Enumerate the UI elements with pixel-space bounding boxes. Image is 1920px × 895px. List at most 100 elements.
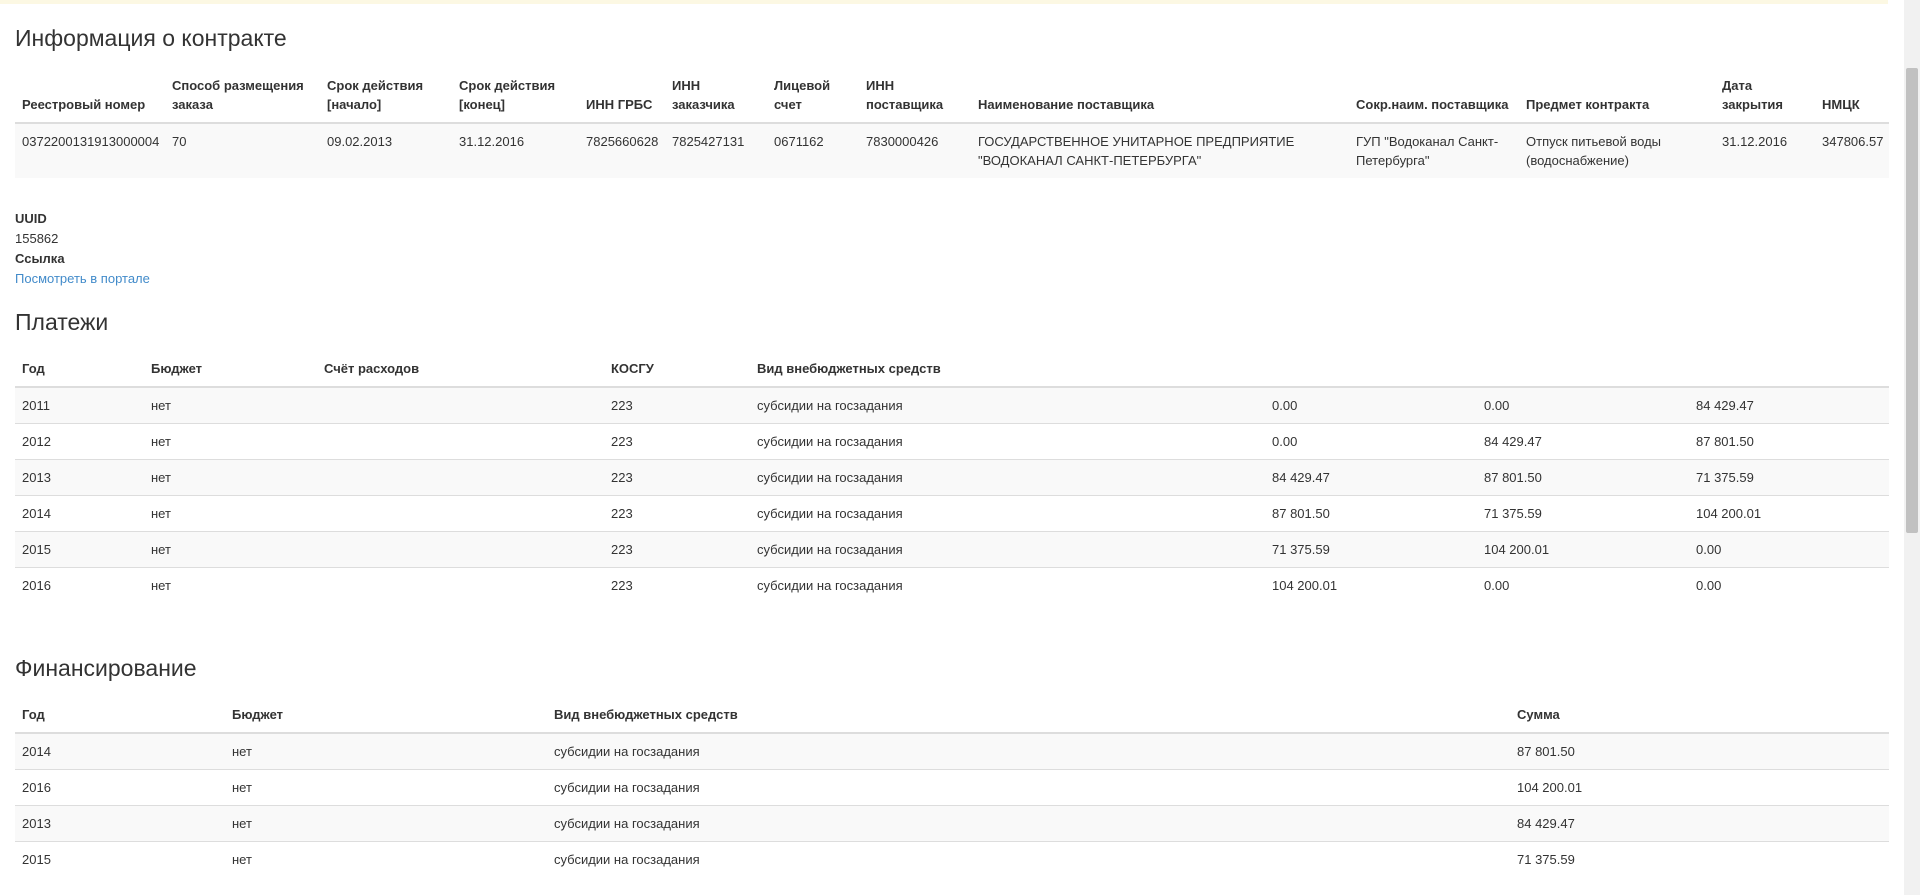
funding-section-title: Финансирование bbox=[15, 655, 197, 681]
sum: 84 429.47 bbox=[1510, 805, 1889, 842]
contract-header-row: Реестровый номер Способ размещения заказ… bbox=[15, 68, 1889, 124]
table-row: 2015 нет 223 субсидии на госзадания 71 3… bbox=[15, 531, 1889, 568]
table-row: 2016 нет субсидии на госзадания 104 200.… bbox=[15, 769, 1889, 806]
kosgu: 223 bbox=[604, 531, 750, 568]
nmck: 347806.57 bbox=[1815, 122, 1889, 178]
funding-header-row: Год Бюджет Вид внебюджетных средств Сумм… bbox=[15, 697, 1889, 734]
sum: 104 200.01 bbox=[1510, 769, 1889, 806]
payments-header-row: Год Бюджет Счёт расходов КОСГУ Вид внебю… bbox=[15, 351, 1889, 388]
inn-customer: 7825427131 bbox=[665, 122, 767, 178]
end-date: 31.12.2016 bbox=[452, 122, 579, 178]
amount-3: 84 429.47 bbox=[1689, 386, 1889, 424]
col-expense-account: Счёт расходов bbox=[317, 351, 604, 388]
supplier-short-name: ГУП "Водоканал Санкт-Петербурга" bbox=[1349, 122, 1519, 178]
year: 2013 bbox=[15, 459, 144, 496]
offbudget-type: субсидии на госзадания bbox=[547, 841, 1510, 877]
uuid-value: 155862 bbox=[15, 231, 59, 246]
contract-row: 0372200131913000004 70 09.02.2013 31.12.… bbox=[15, 122, 1889, 178]
offbudget-type: субсидии на госзадания bbox=[547, 805, 1510, 842]
col-offbudget-type: Вид внебюджетных средств bbox=[750, 351, 1265, 388]
offbudget-type: субсидии на госзадания bbox=[750, 531, 1265, 568]
budget: нет bbox=[225, 841, 547, 877]
placement-method: 70 bbox=[165, 122, 320, 178]
year: 2014 bbox=[15, 495, 144, 532]
amount-2: 0.00 bbox=[1477, 567, 1689, 603]
kosgu: 223 bbox=[604, 495, 750, 532]
offbudget-type: субсидии на госзадания bbox=[750, 495, 1265, 532]
contract-meta: UUID 155862 Ссылка Посмотреть в портале bbox=[15, 209, 150, 289]
budget: нет bbox=[144, 386, 317, 424]
col-supplier-name: Наименование поставщика bbox=[971, 68, 1349, 124]
scrollbar-thumb[interactable] bbox=[1906, 68, 1918, 533]
budget: нет bbox=[144, 567, 317, 603]
year: 2014 bbox=[15, 732, 225, 770]
year: 2016 bbox=[15, 769, 225, 806]
offbudget-type: субсидии на госзадания bbox=[750, 567, 1265, 603]
col-supplier-short-name: Сокр.наим. поставщика bbox=[1349, 68, 1519, 124]
offbudget-type: субсидии на госзадания bbox=[750, 423, 1265, 460]
amount-1: 84 429.47 bbox=[1265, 459, 1477, 496]
col-amount-1 bbox=[1265, 351, 1477, 388]
contract-subject: Отпуск питьевой воды (водоснабжение) bbox=[1519, 122, 1715, 178]
contract-table: Реестровый номер Способ размещения заказ… bbox=[15, 68, 1889, 178]
col-amount-2 bbox=[1477, 351, 1689, 388]
col-account: Лицевой счет bbox=[767, 68, 859, 124]
expense-account bbox=[317, 567, 604, 603]
payments-section-title: Платежи bbox=[15, 309, 109, 335]
budget: нет bbox=[225, 805, 547, 842]
amount-2: 84 429.47 bbox=[1477, 423, 1689, 460]
offbudget-type: субсидии на госзадания bbox=[547, 732, 1510, 770]
link-label: Ссылка bbox=[15, 251, 65, 266]
kosgu: 223 bbox=[604, 567, 750, 603]
col-inn-supplier: ИНН поставщика bbox=[859, 68, 971, 124]
table-row: 2013 нет субсидии на госзадания 84 429.4… bbox=[15, 805, 1889, 842]
amount-1: 104 200.01 bbox=[1265, 567, 1477, 603]
budget: нет bbox=[225, 769, 547, 806]
amount-2: 0.00 bbox=[1477, 386, 1689, 424]
amount-3: 71 375.59 bbox=[1689, 459, 1889, 496]
top-banner bbox=[0, 0, 1888, 4]
year: 2013 bbox=[15, 805, 225, 842]
sum: 87 801.50 bbox=[1510, 732, 1889, 770]
table-row: 2012 нет 223 субсидии на госзадания 0.00… bbox=[15, 423, 1889, 460]
kosgu: 223 bbox=[604, 386, 750, 424]
amount-1: 0.00 bbox=[1265, 423, 1477, 460]
col-contract-subject: Предмет контракта bbox=[1519, 68, 1715, 124]
supplier-name: ГОСУДАРСТВЕННОЕ УНИТАРНОЕ ПРЕДПРИЯТИЕ "В… bbox=[971, 122, 1349, 178]
close-date: 31.12.2016 bbox=[1715, 122, 1815, 178]
col-year: Год bbox=[15, 697, 225, 734]
table-row: 2013 нет 223 субсидии на госзадания 84 4… bbox=[15, 459, 1889, 496]
kosgu: 223 bbox=[604, 459, 750, 496]
col-offbudget-type: Вид внебюджетных средств bbox=[547, 697, 1510, 734]
amount-3: 87 801.50 bbox=[1689, 423, 1889, 460]
col-sum: Сумма bbox=[1510, 697, 1889, 734]
col-kosgu: КОСГУ bbox=[604, 351, 750, 388]
col-nmck: НМЦК bbox=[1815, 68, 1889, 124]
table-row: 2015 нет субсидии на госзадания 71 375.5… bbox=[15, 841, 1889, 877]
year: 2016 bbox=[15, 567, 144, 603]
start-date: 09.02.2013 bbox=[320, 122, 452, 178]
funding-table: Год Бюджет Вид внебюджетных средств Сумм… bbox=[15, 697, 1889, 877]
col-registry-number: Реестровый номер bbox=[15, 68, 165, 124]
expense-account bbox=[317, 423, 604, 460]
kosgu: 223 bbox=[604, 423, 750, 460]
col-placement-method: Способ размещения заказа bbox=[165, 68, 320, 124]
col-start-date: Срок действия [начало] bbox=[320, 68, 452, 124]
expense-account bbox=[317, 386, 604, 424]
col-inn-grbs: ИНН ГРБС bbox=[579, 68, 665, 124]
sum: 71 375.59 bbox=[1510, 841, 1889, 877]
portal-link[interactable]: Посмотреть в портале bbox=[15, 271, 150, 286]
col-end-date: Срок действия [конец] bbox=[452, 68, 579, 124]
table-row: 2014 нет субсидии на госзадания 87 801.5… bbox=[15, 732, 1889, 770]
col-budget: Бюджет bbox=[144, 351, 317, 388]
col-inn-customer: ИНН заказчика bbox=[665, 68, 767, 124]
amount-1: 71 375.59 bbox=[1265, 531, 1477, 568]
budget: нет bbox=[144, 531, 317, 568]
amount-3: 0.00 bbox=[1689, 567, 1889, 603]
year: 2015 bbox=[15, 531, 144, 568]
page-scrollbar[interactable] bbox=[1904, 0, 1920, 895]
inn-grbs: 7825660628 bbox=[579, 122, 665, 178]
col-budget: Бюджет bbox=[225, 697, 547, 734]
amount-1: 0.00 bbox=[1265, 386, 1477, 424]
expense-account bbox=[317, 459, 604, 496]
